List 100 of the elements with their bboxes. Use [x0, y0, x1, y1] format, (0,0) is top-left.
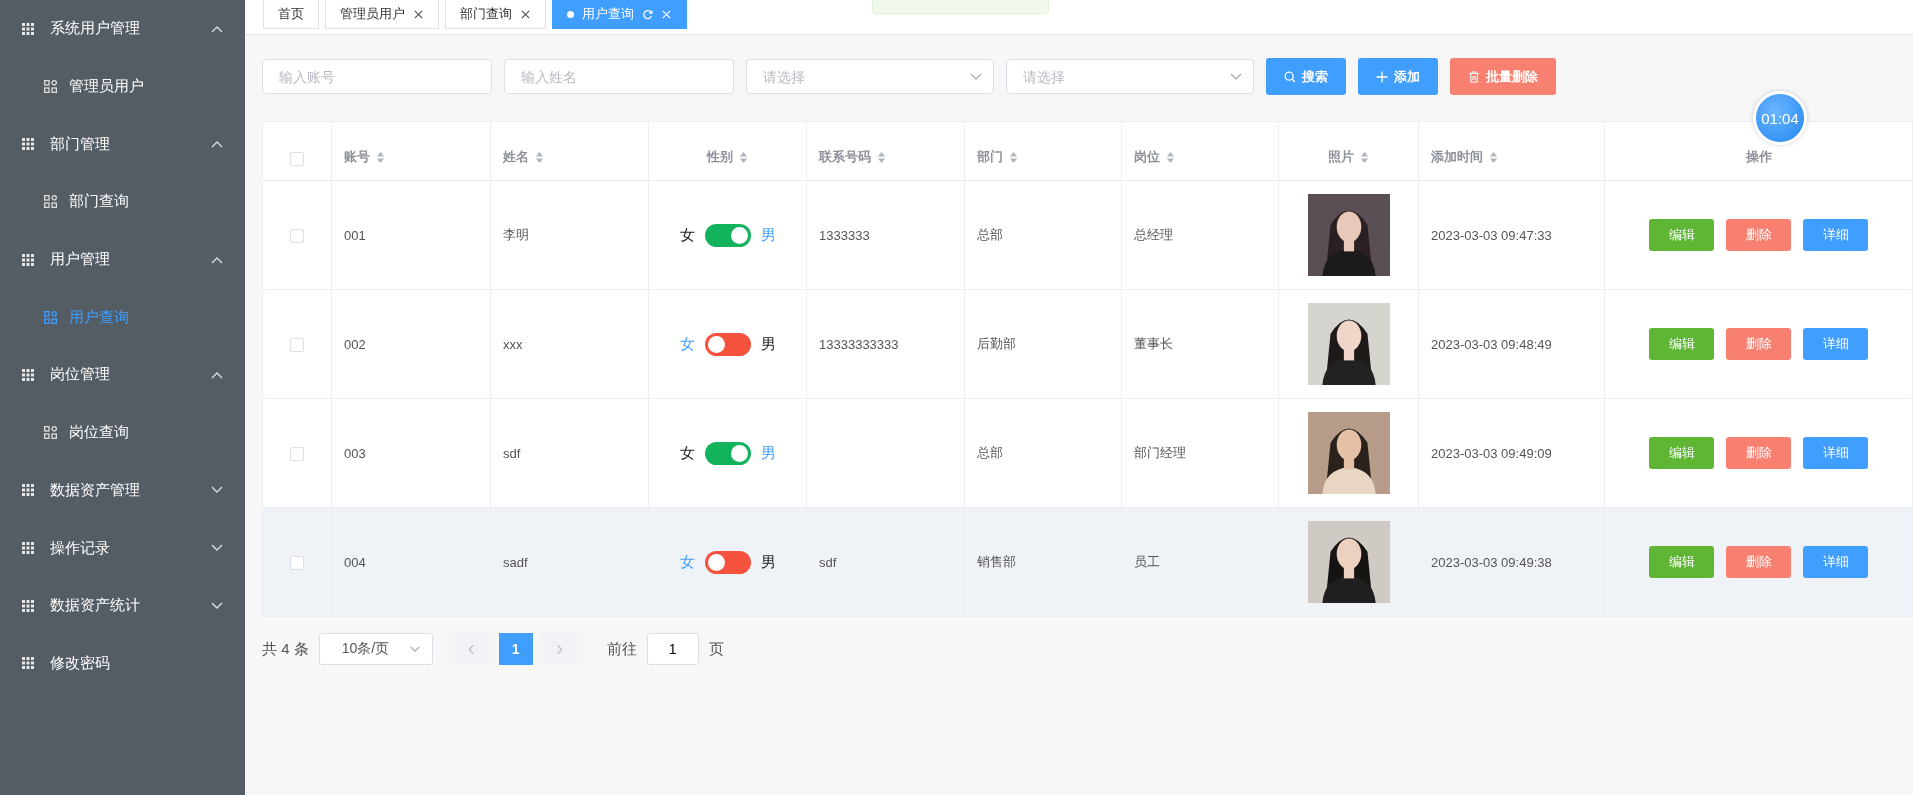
table-cell: 2023-03-03 09:47:33: [1431, 227, 1552, 243]
refresh-icon[interactable]: [642, 8, 653, 20]
sort-icon[interactable]: [1489, 150, 1498, 164]
input-field[interactable]: 输入账号: [262, 59, 492, 94]
menu-group[interactable]: 岗位管理: [0, 346, 245, 404]
close-icon[interactable]: [520, 8, 531, 20]
switch-label: 男: [760, 552, 776, 572]
select-field[interactable]: 请选择: [1006, 59, 1254, 94]
menu-group[interactable]: 数据资产统计: [0, 576, 245, 635]
chevron-down-icon: [211, 544, 223, 553]
table-cell: 1333333: [819, 227, 870, 243]
sort-icon[interactable]: [1009, 150, 1018, 164]
column-header: 照片: [1328, 148, 1354, 166]
checkbox[interactable]: [290, 228, 304, 243]
sort-icon[interactable]: [1166, 150, 1175, 164]
switch-label: 男: [760, 334, 776, 354]
timer-badge: 01:04: [1753, 91, 1807, 145]
column-header: 添加时间: [1431, 148, 1483, 166]
goto-label: 前往: [606, 639, 637, 659]
chevron-down-icon: [211, 486, 223, 495]
action-button[interactable]: 编辑: [1649, 328, 1714, 360]
tab[interactable]: 管理员用户: [325, 0, 439, 29]
grid-icon: [22, 253, 34, 266]
table-cell: 总部: [977, 227, 1003, 242]
checkbox[interactable]: [290, 555, 304, 570]
action-button[interactable]: 编辑: [1649, 437, 1714, 469]
table-cell: 部门经理: [1134, 445, 1186, 460]
column-header: 联系号码: [819, 148, 871, 166]
action-button[interactable]: 详细: [1803, 328, 1868, 360]
dot-icon: [567, 10, 574, 18]
input-field[interactable]: 输入姓名: [504, 59, 734, 94]
toggle-switch[interactable]: [704, 441, 751, 465]
page-suffix: 页: [708, 639, 724, 659]
menu-group[interactable]: 操作记录: [0, 519, 245, 577]
select-field[interactable]: 请选择: [746, 59, 994, 94]
grid-icon: [22, 657, 34, 670]
toolbar-button[interactable]: 添加: [1358, 58, 1438, 95]
sort-icon[interactable]: [877, 150, 886, 164]
table-cell: 董事长: [1134, 336, 1173, 351]
action-button[interactable]: 详细: [1803, 219, 1868, 251]
page-size-select[interactable]: 10条/页: [318, 633, 433, 665]
apps-icon: [44, 195, 57, 209]
chevron-up-icon: [211, 24, 223, 33]
menu-group[interactable]: 数据资产管理: [0, 461, 245, 520]
trash-icon: [1468, 70, 1480, 83]
table-cell: 001: [344, 227, 366, 243]
action-button[interactable]: 详细: [1803, 437, 1868, 469]
table-cell: sadf: [503, 554, 528, 570]
menu-item[interactable]: 用户查询: [0, 288, 245, 347]
action-button[interactable]: 详细: [1803, 546, 1868, 578]
table-cell: 2023-03-03 09:48:49: [1431, 336, 1552, 352]
menu-item[interactable]: 岗位查询: [0, 403, 245, 462]
action-button[interactable]: 编辑: [1649, 219, 1714, 251]
menu-group[interactable]: 部门管理: [0, 115, 245, 174]
tab[interactable]: 首页: [263, 0, 319, 29]
column-header: 部门: [977, 148, 1003, 166]
sort-icon[interactable]: [535, 150, 544, 164]
caret-icon: [970, 72, 982, 81]
page-input[interactable]: 1: [646, 633, 699, 665]
chevron-up-icon: [211, 140, 223, 149]
menu-item[interactable]: 管理员用户: [0, 57, 245, 116]
table-cell: 李明: [503, 227, 529, 242]
table-cell: 2023-03-03 09:49:09: [1431, 445, 1552, 461]
grid-icon: [22, 368, 34, 381]
column-header: 性别: [707, 148, 733, 166]
caret-icon: [409, 645, 420, 653]
switch-label: 女: [679, 443, 695, 463]
menu-group[interactable]: 修改密码: [0, 634, 245, 693]
table-cell: 总经理: [1134, 227, 1173, 242]
toggle-switch[interactable]: [704, 332, 751, 356]
toggle-switch[interactable]: [704, 223, 751, 247]
toolbar-button[interactable]: 搜索: [1266, 58, 1346, 95]
menu-group[interactable]: 用户管理: [0, 230, 245, 289]
action-button[interactable]: 编辑: [1649, 546, 1714, 578]
menu-group[interactable]: 系统用户管理: [0, 0, 245, 58]
action-button[interactable]: 删除: [1726, 219, 1791, 251]
action-button[interactable]: 删除: [1726, 328, 1791, 360]
apps-icon: [44, 310, 57, 324]
toggle-switch[interactable]: [704, 550, 751, 574]
action-button[interactable]: 删除: [1726, 546, 1791, 578]
grid-icon: [22, 484, 34, 497]
checkbox[interactable]: [290, 152, 304, 166]
close-icon[interactable]: [413, 8, 424, 20]
checkbox[interactable]: [290, 446, 304, 461]
sort-icon[interactable]: [376, 150, 385, 164]
action-button[interactable]: 删除: [1726, 437, 1791, 469]
tab[interactable]: 用户查询: [552, 0, 687, 29]
sort-icon[interactable]: [739, 150, 748, 164]
sort-icon[interactable]: [1360, 150, 1369, 164]
switch-label: 女: [679, 225, 695, 245]
table-cell: 总部: [977, 445, 1003, 460]
menu-item[interactable]: 部门查询: [0, 173, 245, 231]
tab[interactable]: 部门查询: [445, 0, 546, 29]
toolbar-button[interactable]: 批量删除: [1450, 58, 1556, 95]
apps-icon: [44, 80, 57, 94]
page-button[interactable]: 1: [498, 633, 533, 665]
grid-icon: [22, 22, 34, 35]
previous-page-button[interactable]: [454, 633, 489, 665]
next-page-button[interactable]: [542, 633, 577, 665]
checkbox[interactable]: [290, 337, 304, 352]
